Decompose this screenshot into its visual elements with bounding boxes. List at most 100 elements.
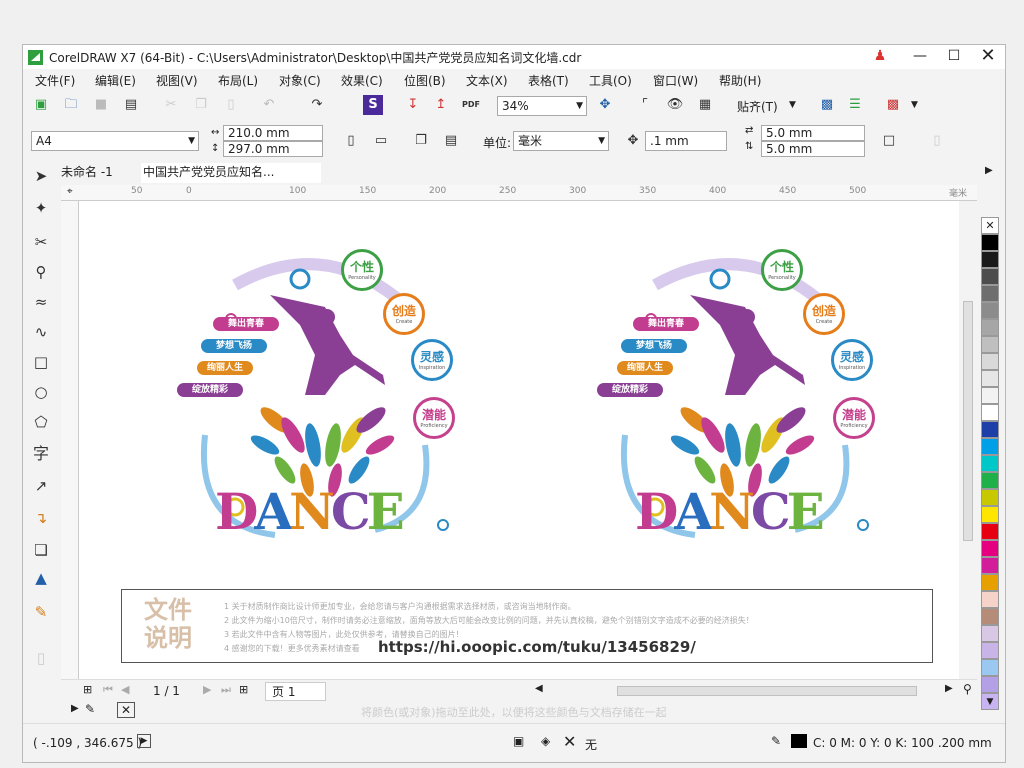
polygon-tool-icon[interactable]: ⬠ xyxy=(25,409,57,435)
page-tab[interactable]: 页 1 xyxy=(265,682,327,701)
palette-no-color-swatch[interactable]: ✕ xyxy=(981,217,999,234)
rectangle-tool-icon[interactable]: □ xyxy=(25,349,57,375)
dimension-tool-icon[interactable]: ↗ xyxy=(25,473,57,499)
vertical-ruler[interactable] xyxy=(61,201,79,679)
minimize-button[interactable]: — xyxy=(903,45,937,69)
palette-swatch[interactable] xyxy=(981,438,999,455)
text-tool-icon[interactable]: 字 xyxy=(25,441,57,467)
page-height-field[interactable]: 297.0 mm xyxy=(223,141,323,157)
chevron-down-icon[interactable]: ▼ xyxy=(789,100,796,110)
interactive-fill-icon[interactable]: ▯ xyxy=(25,645,57,671)
scroll-right-icon[interactable]: ▶ xyxy=(945,683,953,694)
add-page-icon[interactable]: ⊞ xyxy=(83,683,92,696)
palette-swatch[interactable] xyxy=(981,302,999,319)
menu-tools[interactable]: 工具(O) xyxy=(589,72,632,89)
palette-swatch[interactable] xyxy=(981,319,999,336)
palette-swatch[interactable] xyxy=(981,557,999,574)
vertical-scrollbar[interactable] xyxy=(959,201,977,679)
drawing-canvas[interactable]: 舞出青春 梦想飞扬 绚丽人生 绽放精彩 个性 Personality 创造 Crea… xyxy=(79,201,959,679)
menu-bitmap[interactable]: 位图(B) xyxy=(404,72,446,89)
snap-to-dropdown[interactable]: 贴齐(T) xyxy=(737,98,778,115)
show-grid-icon[interactable]: ▦ xyxy=(695,95,715,115)
undo-icon[interactable]: ↶ xyxy=(259,95,279,115)
launcher-chevron-down-icon[interactable]: ▼ xyxy=(911,100,918,110)
paste-icon[interactable]: ▯ xyxy=(221,95,241,115)
tab-current-document[interactable]: 中国共产党党员应知名... xyxy=(141,163,321,183)
outline-color-swatch[interactable] xyxy=(791,734,807,748)
menu-help[interactable]: 帮助(H) xyxy=(719,72,761,89)
menu-view[interactable]: 视图(V) xyxy=(156,72,198,89)
freehand-tool-icon[interactable]: ≈ xyxy=(25,289,57,315)
menu-layout[interactable]: 布局(L) xyxy=(218,72,258,89)
palette-swatch[interactable] xyxy=(981,506,999,523)
first-page-icon[interactable]: ⏮ xyxy=(103,683,113,697)
menu-window[interactable]: 窗口(W) xyxy=(653,72,698,89)
palette-swatch[interactable] xyxy=(981,268,999,285)
palette-swatch[interactable] xyxy=(981,540,999,557)
palette-scroll-icon[interactable]: ▼ xyxy=(981,697,999,714)
zoom-navigator-icon[interactable]: ⚲ xyxy=(963,682,972,696)
close-button[interactable]: ✕ xyxy=(971,45,1005,69)
add-page-after-icon[interactable]: ⊞ xyxy=(239,683,248,696)
palette-swatch[interactable] xyxy=(981,472,999,489)
palette-eyedropper-icon[interactable]: ✎ xyxy=(85,702,95,716)
transparency-tool-icon[interactable]: ▲ xyxy=(25,565,57,591)
palette-swatch[interactable] xyxy=(981,285,999,302)
unit-select[interactable]: 毫米 ▼ xyxy=(513,131,609,151)
menu-effects[interactable]: 效果(C) xyxy=(341,72,383,89)
save-icon[interactable]: ■ xyxy=(91,95,111,115)
palette-swatch[interactable] xyxy=(981,353,999,370)
fill-tool-icon[interactable]: ▣ xyxy=(513,734,524,748)
menu-text[interactable]: 文本(X) xyxy=(466,72,508,89)
full-screen-icon[interactable]: ✥ xyxy=(595,95,615,115)
palette-swatch[interactable] xyxy=(981,608,999,625)
options-page-icon[interactable]: ▯ xyxy=(927,131,947,151)
palette-swatch[interactable] xyxy=(981,455,999,472)
copy-icon[interactable]: ❐ xyxy=(191,95,211,115)
tab-untitled[interactable]: 未命名 -1 xyxy=(61,163,139,183)
new-document-icon[interactable]: ▣ xyxy=(31,95,51,115)
tab-scroll-right-icon[interactable]: ▶ xyxy=(985,165,993,176)
palette-swatch[interactable] xyxy=(981,336,999,353)
drop-shadow-icon[interactable]: ❏ xyxy=(25,537,57,563)
palette-swatch[interactable] xyxy=(981,574,999,591)
maximize-button[interactable]: ☐ xyxy=(937,45,971,69)
redo-icon[interactable]: ↷ xyxy=(307,95,327,115)
status-expand-icon[interactable]: ▶ xyxy=(137,734,151,748)
crop-tool-icon[interactable]: ✂ xyxy=(25,229,57,255)
fill-bucket-icon[interactable]: ◈ xyxy=(541,734,550,748)
eyedropper-tool-icon[interactable]: ✎ xyxy=(25,599,57,625)
search-content-icon[interactable]: S xyxy=(363,95,383,115)
horizontal-scroll-thumb[interactable] xyxy=(617,686,917,696)
publish-pdf-icon[interactable]: PDF xyxy=(461,95,481,115)
landscape-icon[interactable]: ▭ xyxy=(371,131,391,151)
treat-as-filled-icon[interactable]: □ xyxy=(879,131,899,151)
pick-tool-icon[interactable]: ➤ xyxy=(25,163,57,189)
palette-menu-icon[interactable]: ▶ xyxy=(71,703,79,714)
ellipse-tool-icon[interactable]: ○ xyxy=(25,379,57,405)
no-color-swatch[interactable]: ✕ xyxy=(117,702,135,718)
show-rulers-icon[interactable]: ⌜ xyxy=(635,95,655,115)
connector-tool-icon[interactable]: ↴ xyxy=(25,505,57,531)
next-page-icon[interactable]: ▶ xyxy=(203,683,211,696)
document-palette[interactable]: ▶ ✎ ✕ 将颜色(或对象)拖动至此处，以便将这些颜色与文档存储在一起 xyxy=(61,701,977,721)
menu-edit[interactable]: 编辑(E) xyxy=(95,72,136,89)
palette-swatch[interactable] xyxy=(981,234,999,251)
portrait-icon[interactable]: ▯ xyxy=(341,131,361,151)
zoom-level-select[interactable]: 34% ▼ xyxy=(497,96,587,116)
scroll-left-icon[interactable]: ◀ xyxy=(535,683,543,694)
application-launcher-icon[interactable]: ▩ xyxy=(883,95,903,115)
cut-icon[interactable]: ✂ xyxy=(161,95,181,115)
page-width-field[interactable]: 210.0 mm xyxy=(223,125,323,141)
palette-swatch[interactable] xyxy=(981,523,999,540)
menu-file[interactable]: 文件(F) xyxy=(35,72,75,89)
open-folder-icon[interactable]: 🗀 xyxy=(61,95,81,115)
palette-swatch[interactable] xyxy=(981,489,999,506)
artistic-media-icon[interactable]: ∿ xyxy=(25,319,57,345)
page-size-select[interactable]: A4 ▼ xyxy=(31,131,199,151)
notes-url[interactable]: https://hi.ooopic.com/tuku/13456829/ xyxy=(378,638,696,656)
menu-object[interactable]: 对象(C) xyxy=(279,72,321,89)
palette-swatch[interactable] xyxy=(981,251,999,268)
import-icon[interactable]: ↧ xyxy=(403,95,423,115)
horizontal-ruler[interactable]: ⌖ 50 0 100 150 200 250 300 350 400 450 5… xyxy=(61,185,977,201)
